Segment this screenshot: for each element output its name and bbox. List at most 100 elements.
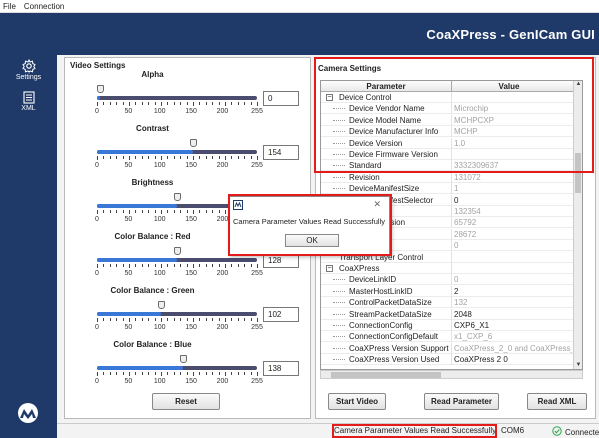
tree-row[interactable]: CoaXPress Version Support CoaXPress_2_0 a… [321, 342, 574, 354]
column-separator [451, 285, 452, 297]
horizontal-scroll-thumb[interactable] [331, 372, 441, 378]
slider-thumb[interactable] [174, 247, 181, 255]
slider-group: Alpha 0 50 100 150 200 255 0 [65, 70, 305, 125]
tick-mark [97, 210, 98, 214]
tree-row[interactable]: Revision 131072 [321, 171, 574, 183]
slider-label: Alpha [141, 70, 164, 79]
horizontal-scrollbar[interactable] [320, 370, 583, 379]
parameter-value[interactable]: x1_CXP_6 [454, 332, 572, 341]
tick-mark [122, 318, 124, 321]
column-separator [451, 331, 452, 343]
tree-row[interactable]: ConnectionConfigDefault x1_CXP_6 [321, 331, 574, 343]
slider-thumb[interactable] [190, 139, 197, 147]
menu-file[interactable]: File [3, 2, 16, 11]
tick-mark [218, 264, 220, 267]
tick-mark [167, 210, 169, 213]
slider-value-field[interactable]: 0 [263, 91, 299, 106]
tick-mark [218, 102, 220, 105]
sidebar-item-xml[interactable]: XML [0, 91, 57, 112]
tick-mark [154, 156, 156, 159]
start-video-button[interactable]: Start Video [328, 393, 386, 410]
tick-mark [225, 264, 226, 268]
slider-track[interactable] [97, 150, 257, 154]
slider-track[interactable] [97, 96, 257, 100]
tick-mark [225, 102, 226, 106]
tick-mark [154, 102, 156, 105]
parameter-value[interactable]: CoaXPress_2_0 and CoaXPress_1_ [454, 344, 572, 353]
tree-row[interactable]: − CoaXPress [321, 263, 574, 274]
tick-label: 50 [124, 324, 133, 331]
parameter-value[interactable]: 131072 [454, 173, 572, 182]
parameter-value[interactable]: CXP6_X1 [454, 321, 572, 330]
sidebar-item-label: XML [21, 105, 36, 112]
parameter-value[interactable]: 2 [454, 287, 572, 296]
slider-track[interactable] [97, 258, 257, 262]
tick-mark [218, 210, 220, 213]
tick-mark [257, 156, 258, 160]
tick-mark [186, 210, 188, 213]
tree-row[interactable]: DeviceManifestSize 1 [321, 183, 574, 195]
sidebar-item-settings[interactable]: Settings [0, 59, 57, 81]
read-parameter-button[interactable]: Read Parameter [424, 393, 499, 410]
tick-mark [161, 264, 162, 268]
menu-connection[interactable]: Connection [24, 2, 64, 11]
parameter-value[interactable]: 1 [454, 184, 572, 193]
tick-mark [212, 264, 214, 267]
tree-row[interactable]: ControlPacketDataSize 132 [321, 297, 574, 309]
tick-mark [97, 318, 98, 322]
slider-track[interactable] [97, 312, 257, 316]
tick-label: 200 [216, 162, 229, 169]
tree-row[interactable]: DeviceLinkID 0 [321, 274, 574, 286]
parameter-value[interactable]: 28672 [454, 230, 572, 239]
slider-value-field[interactable]: 138 [263, 361, 299, 376]
parameter-value[interactable]: 132354 [454, 207, 572, 216]
parameter-value[interactable]: 65792 [454, 218, 572, 227]
slider-thumb[interactable] [174, 193, 181, 201]
app-title: CoaXPress - GenICam GUI [426, 27, 595, 42]
parameter-value[interactable]: 0 [454, 241, 572, 250]
tree-row[interactable]: MasterHostLinkID 2 [321, 285, 574, 297]
tick-mark [193, 264, 194, 268]
column-separator [451, 320, 452, 331]
slider-ticks [97, 318, 258, 322]
tick-mark [180, 318, 182, 321]
tick-mark [97, 372, 98, 376]
tick-mark [161, 210, 162, 214]
tick-mark [237, 372, 239, 375]
scroll-down-icon[interactable]: ▼ [574, 362, 582, 369]
tick-mark [161, 318, 162, 322]
tick-label: 200 [216, 324, 229, 331]
tick-mark [212, 372, 214, 375]
reset-button[interactable]: Reset [152, 393, 220, 410]
parameter-value[interactable]: 132 [454, 298, 572, 307]
slider-value-field[interactable]: 102 [263, 307, 299, 322]
tick-mark [154, 318, 156, 321]
slider-thumb[interactable] [158, 301, 165, 309]
slider-value-field[interactable]: 154 [263, 145, 299, 160]
read-xml-button[interactable]: Read XML [527, 393, 587, 410]
slider-thumb[interactable] [97, 85, 105, 93]
column-separator [451, 183, 452, 195]
slider-thumb[interactable] [180, 355, 188, 363]
tick-mark [148, 210, 150, 213]
tree-row[interactable]: StreamPacketDataSize 2048 [321, 308, 574, 320]
tick-mark [154, 372, 156, 375]
collapse-icon[interactable]: − [326, 265, 333, 272]
parameter-value[interactable]: 2048 [454, 310, 572, 319]
tick-mark [109, 156, 111, 159]
tick-mark [199, 372, 201, 375]
tree-row[interactable]: ConnectionConfig CXP6_X1 [321, 320, 574, 331]
parameter-value[interactable]: 0 [454, 196, 572, 205]
tick-label: 50 [124, 162, 133, 169]
tick-mark [250, 156, 252, 159]
tree-row[interactable]: CoaXPress Version Used CoaXPress 2 0 [321, 354, 574, 366]
parameter-value[interactable]: 0 [454, 275, 572, 284]
slider-label: Color Balance : Red [114, 232, 191, 241]
tick-mark [180, 264, 182, 267]
parameter-name: CoaXPress Version Support [349, 343, 449, 353]
slider-track[interactable] [97, 366, 257, 370]
tick-mark [205, 318, 207, 321]
parameter-value[interactable]: CoaXPress 2 0 [454, 355, 572, 364]
tick-mark [225, 318, 226, 322]
parameter-name: DeviceLinkID [349, 275, 397, 285]
